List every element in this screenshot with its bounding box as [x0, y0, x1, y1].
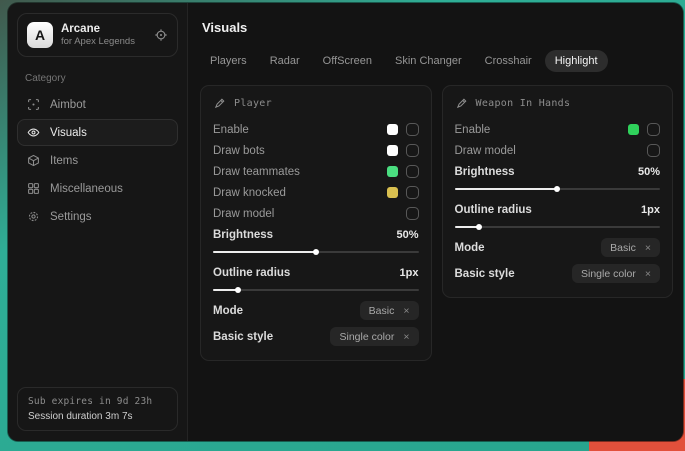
checkbox[interactable]: [406, 123, 419, 136]
row-draw-knocked: Draw knocked: [213, 182, 419, 203]
sidebar-item-aimbot[interactable]: Aimbot: [17, 91, 178, 118]
outline-radius-slider[interactable]: [455, 226, 661, 228]
tab-bar: Players Radar OffScreen Skin Changer Cro…: [200, 50, 673, 72]
brightness-slider[interactable]: [213, 251, 419, 253]
gear-icon: [27, 210, 40, 223]
row-basic-style: Basic style Single color ×: [455, 263, 661, 284]
basic-style-chip[interactable]: Single color ×: [572, 264, 660, 283]
close-icon[interactable]: ×: [403, 331, 409, 343]
tab-highlight[interactable]: Highlight: [545, 50, 608, 72]
mode-chip[interactable]: Basic ×: [601, 238, 660, 257]
color-swatch[interactable]: [387, 124, 398, 135]
checkbox[interactable]: [406, 165, 419, 178]
sidebar-item-label: Items: [50, 155, 78, 167]
slider-value: 50%: [638, 166, 660, 178]
checkbox[interactable]: [406, 186, 419, 199]
sidebar-item-miscellaneous[interactable]: Miscellaneous: [17, 175, 178, 202]
color-swatch[interactable]: [387, 166, 398, 177]
row-mode: Mode Basic ×: [213, 300, 419, 321]
checkbox[interactable]: [406, 207, 419, 220]
panel-player: Player Enable Draw bots: [200, 85, 432, 361]
grid-icon: [27, 182, 40, 195]
aimbot-crosshair-icon: [27, 98, 40, 111]
panel-weapon-in-hands: Weapon In Hands Enable Draw model Bright…: [442, 85, 674, 298]
sidebar-item-visuals[interactable]: Visuals: [17, 119, 178, 146]
row-enable: Enable: [213, 119, 419, 140]
slider-value: 1px: [400, 267, 419, 279]
brightness-slider[interactable]: [455, 188, 661, 190]
close-icon[interactable]: ×: [403, 305, 409, 317]
sidebar-item-label: Aimbot: [50, 99, 86, 111]
close-icon[interactable]: ×: [645, 242, 651, 254]
checkbox[interactable]: [406, 144, 419, 157]
row-mode: Mode Basic ×: [455, 237, 661, 258]
panel-title: Player: [234, 98, 272, 109]
row-draw-model: Draw model: [455, 140, 661, 161]
panels-container: Player Enable Draw bots: [200, 85, 673, 361]
tab-players[interactable]: Players: [200, 50, 257, 72]
color-swatch[interactable]: [628, 124, 639, 135]
sidebar-item-settings[interactable]: Settings: [17, 203, 178, 230]
color-swatch[interactable]: [387, 145, 398, 156]
highlighter-icon: [213, 97, 226, 110]
checkbox[interactable]: [647, 144, 660, 157]
session-duration-text: Session duration 3m 7s: [28, 411, 167, 422]
app-logo: A: [27, 22, 53, 48]
tab-radar[interactable]: Radar: [260, 50, 310, 72]
row-basic-style: Basic style Single color ×: [213, 326, 419, 347]
row-draw-model: Draw model: [213, 203, 419, 224]
row-outline-radius: Outline radius 1px: [213, 262, 419, 291]
basic-style-chip[interactable]: Single color ×: [330, 327, 418, 346]
page-title: Visuals: [202, 20, 673, 35]
mode-chip[interactable]: Basic ×: [360, 301, 419, 320]
row-draw-teammates: Draw teammates: [213, 161, 419, 182]
tab-skin-changer[interactable]: Skin Changer: [385, 50, 472, 72]
row-draw-bots: Draw bots: [213, 140, 419, 161]
subscription-info-card: Sub expires in 9d 23h Session duration 3…: [17, 387, 178, 431]
app-subtitle: for Apex Legends: [61, 36, 135, 48]
sidebar-item-label: Settings: [50, 211, 92, 223]
sidebar: A Arcane for Apex Legends Category: [8, 3, 188, 441]
main-content: Visuals Players Radar OffScreen Skin Cha…: [188, 3, 683, 441]
sidebar-item-label: Visuals: [50, 127, 87, 139]
tab-offscreen[interactable]: OffScreen: [313, 50, 382, 72]
row-brightness: Brightness 50%: [213, 224, 419, 253]
sidebar-item-items[interactable]: Items: [17, 147, 178, 174]
reticle-icon[interactable]: [154, 28, 168, 42]
eye-icon: [27, 126, 40, 139]
app-title: Arcane: [61, 22, 135, 36]
app-header-card: A Arcane for Apex Legends: [17, 13, 178, 57]
category-label: Category: [25, 73, 170, 84]
row-outline-radius: Outline radius 1px: [455, 199, 661, 228]
color-swatch[interactable]: [387, 187, 398, 198]
tab-crosshair[interactable]: Crosshair: [475, 50, 542, 72]
sidebar-nav: Aimbot Visuals Items: [17, 91, 178, 231]
sub-expiry-text: Sub expires in 9d 23h: [28, 396, 167, 407]
panel-title: Weapon In Hands: [476, 98, 571, 109]
highlighter-icon: [455, 97, 468, 110]
slider-value: 1px: [641, 204, 660, 216]
slider-value: 50%: [396, 229, 418, 241]
checkbox[interactable]: [647, 123, 660, 136]
cube-icon: [27, 154, 40, 167]
row-enable: Enable: [455, 119, 661, 140]
sidebar-item-label: Miscellaneous: [50, 183, 123, 195]
app-window: A Arcane for Apex Legends Category: [8, 3, 683, 441]
close-icon[interactable]: ×: [645, 268, 651, 280]
outline-radius-slider[interactable]: [213, 289, 419, 291]
row-brightness: Brightness 50%: [455, 161, 661, 190]
